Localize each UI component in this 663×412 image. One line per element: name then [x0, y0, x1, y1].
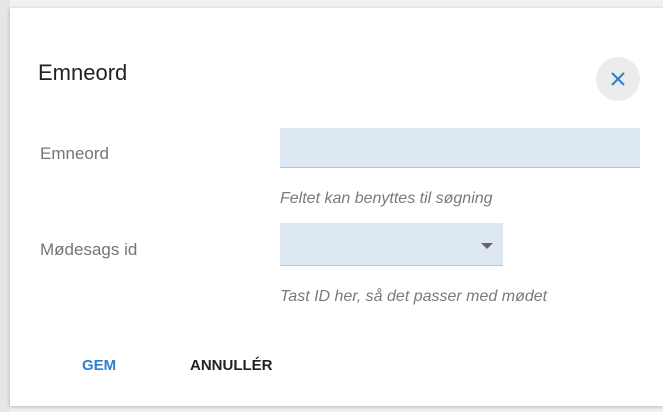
keyword-hint: Feltet kan benyttes til søgning: [280, 190, 493, 207]
meeting-case-id-hint: Tast ID her, så det passer med mødet: [280, 288, 548, 305]
meeting-case-id-label: Mødesags id: [40, 240, 138, 259]
keyword-label: Emneord: [40, 144, 109, 163]
background-overlay: [0, 0, 10, 412]
keyword-input[interactable]: [280, 128, 640, 168]
dialog-title: Emneord: [38, 60, 128, 85]
meeting-case-id-select[interactable]: [280, 223, 503, 266]
close-icon: [611, 72, 625, 86]
cancel-button[interactable]: ANNULLÉR: [182, 348, 281, 384]
dropdown-arrow-icon: [481, 243, 493, 249]
save-button[interactable]: GEM: [74, 348, 124, 384]
keyword-dialog: Emneord Emneord Feltet kan benyttes til …: [10, 8, 663, 406]
close-button[interactable]: [596, 57, 640, 101]
